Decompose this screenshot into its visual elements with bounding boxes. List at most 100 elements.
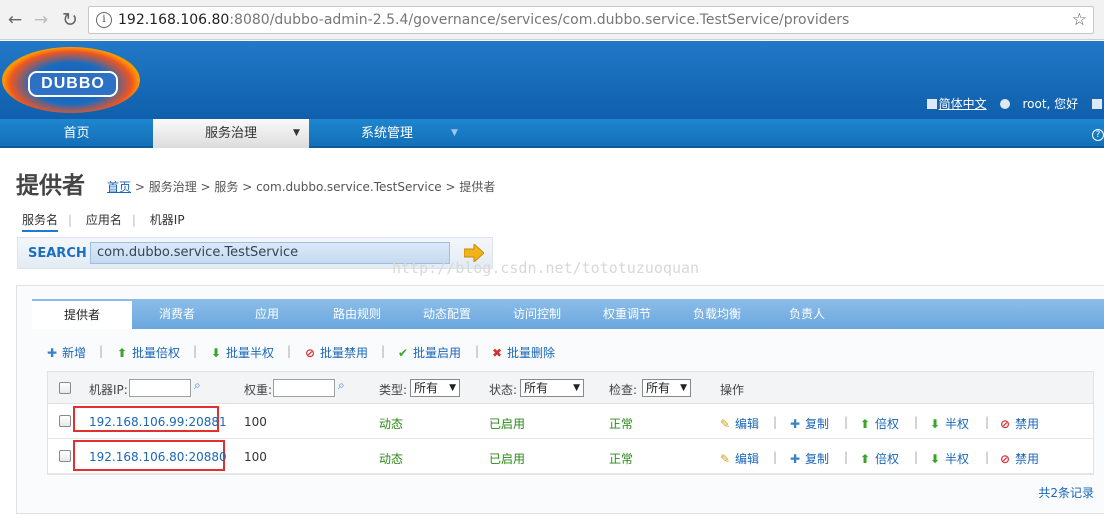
batch-double-button[interactable]: ⬆ 批量倍权 xyxy=(117,344,180,361)
divider: | xyxy=(773,450,778,464)
tab-providers[interactable]: 提供者 xyxy=(32,299,132,329)
logout-icon[interactable] xyxy=(1092,97,1104,111)
help-glyph: ? xyxy=(1092,129,1104,141)
help-icon[interactable]: ? xyxy=(1092,119,1104,148)
search-tab-service[interactable]: 服务名 xyxy=(22,213,59,232)
provider-ip-link[interactable]: 192.168.106.80:20880 xyxy=(89,450,227,464)
divider: | xyxy=(844,450,849,464)
tab-access[interactable]: 访问控制 xyxy=(492,299,582,329)
disable-button[interactable]: ⊘ 禁用 xyxy=(1000,415,1039,432)
batch-half-button[interactable]: ⬇ 批量半权 xyxy=(211,344,274,361)
nav-home[interactable]: 首页 xyxy=(0,119,153,148)
tab-applications[interactable]: 应用 xyxy=(222,299,312,329)
double-weight-button[interactable]: ⬆ 倍权 xyxy=(860,450,899,467)
batch-disable-button[interactable]: ⊘ 批量禁用 xyxy=(305,344,368,361)
breadcrumb-path: > 服务治理 > 服务 > com.dubbo.service.TestServ… xyxy=(131,180,496,194)
half-weight-button[interactable]: ⬇ 半权 xyxy=(930,450,969,467)
edit-label: 编辑 xyxy=(735,417,760,431)
divider: | xyxy=(844,415,849,429)
nav-system-management[interactable]: 系统管理 ▼ xyxy=(309,119,465,148)
plus-icon: ✚ xyxy=(790,417,801,431)
copy-label: 复制 xyxy=(805,452,830,466)
add-button[interactable]: ✚ 新增 xyxy=(47,344,86,361)
status-filter-select[interactable]: 所有 ▼ xyxy=(520,379,584,397)
divider: | xyxy=(914,415,919,429)
weight-filter-input[interactable] xyxy=(273,379,335,397)
tab-weights[interactable]: 权重调节 xyxy=(582,299,672,329)
batch-enable-label: 批量启用 xyxy=(413,346,462,360)
provider-ip-link[interactable]: 192.168.106.99:20881 xyxy=(89,415,227,429)
back-icon[interactable]: ← xyxy=(4,9,26,31)
record-count: 共2条记录 xyxy=(1038,486,1094,500)
edit-button[interactable]: ✎ 编辑 xyxy=(720,415,759,432)
arrow-up-icon: ⬆ xyxy=(860,417,871,431)
reload-icon[interactable]: ↻ xyxy=(59,9,81,31)
arrow-down-icon: ⬇ xyxy=(930,452,941,466)
bookmark-star-icon[interactable]: ☆ xyxy=(1072,10,1087,30)
language-link[interactable]: 简体中文 xyxy=(926,97,987,111)
row-checkbox[interactable] xyxy=(59,415,71,427)
main-nav: 首页 服务治理 ▼ 系统管理 ▼ ? xyxy=(0,119,1104,148)
dropdown-arrow-icon: ▼ xyxy=(573,383,580,393)
search-icon[interactable]: ⌕ xyxy=(194,378,201,393)
disable-label: 禁用 xyxy=(1015,452,1040,466)
type-cell: 动态 xyxy=(379,452,404,466)
copy-button[interactable]: ✚ 复制 xyxy=(790,415,829,432)
tab-overrides[interactable]: 动态配置 xyxy=(402,299,492,329)
language-label: 简体中文 xyxy=(938,97,987,111)
table-row: 192.168.106.99:20881 100 动态 已启用 正常 ✎ 编辑 |… xyxy=(48,404,1093,439)
url-text[interactable]: 192.168.106.80:8080/dubbo-admin-2.5.4/go… xyxy=(118,12,849,28)
breadcrumb-home-link[interactable]: 首页 xyxy=(107,180,131,194)
type-filter-select[interactable]: 所有 ▼ xyxy=(410,379,460,397)
disable-button[interactable]: ⊘ 禁用 xyxy=(1000,450,1039,467)
divider: | xyxy=(193,344,198,358)
operations-header: 操作 xyxy=(720,383,745,397)
forward-icon[interactable]: → xyxy=(30,9,52,31)
search-label: SEARCH xyxy=(28,246,87,261)
tab-routes[interactable]: 路由规则 xyxy=(312,299,402,329)
breadcrumb: 首页 > 服务治理 > 服务 > com.dubbo.service.TestS… xyxy=(107,178,495,195)
divider: | xyxy=(475,344,480,358)
forbid-icon: ⊘ xyxy=(1000,417,1011,431)
divider: | xyxy=(985,450,990,464)
forbid-icon: ⊘ xyxy=(1000,452,1011,466)
half-weight-button[interactable]: ⬇ 半权 xyxy=(930,415,969,432)
edit-label: 编辑 xyxy=(735,452,760,466)
page-title: 提供者 xyxy=(16,173,85,199)
check-filter-select[interactable]: 所有 ▼ xyxy=(642,379,691,397)
select-all-checkbox[interactable] xyxy=(59,382,71,394)
double-weight-button[interactable]: ⬆ 倍权 xyxy=(860,415,899,432)
user-label: root, 您好 xyxy=(1022,97,1079,111)
info-icon[interactable]: i xyxy=(96,12,112,28)
user-greeting[interactable]: root, 您好 xyxy=(1000,97,1078,111)
arrow-up-icon: ⬆ xyxy=(860,452,871,466)
type-filter-label: 类型: xyxy=(379,383,408,397)
tab-consumers[interactable]: 消费者 xyxy=(132,299,222,329)
double-weight-label: 倍权 xyxy=(875,452,900,466)
status-cell: 已启用 xyxy=(489,452,526,466)
check-cell: 正常 xyxy=(609,452,634,466)
nav-system-label: 系统管理 xyxy=(360,126,413,141)
tab-loadbalance[interactable]: 负载均衡 xyxy=(672,299,762,329)
search-tab-application[interactable]: 应用名 xyxy=(86,213,122,227)
address-bar[interactable]: i 192.168.106.80:8080/dubbo-admin-2.5.4/… xyxy=(88,6,1094,34)
dubbo-logo: DUBBO xyxy=(2,47,140,113)
check-icon: ✔ xyxy=(398,346,409,360)
provider-tabs: 提供者 消费者 应用 路由规则 动态配置 访问控制 权重调节 负载均衡 负责人 xyxy=(32,299,1104,329)
batch-delete-label: 批量删除 xyxy=(507,346,556,360)
weight-filter-label: 权重: xyxy=(244,383,273,397)
batch-enable-button[interactable]: ✔ 批量启用 xyxy=(398,344,461,361)
tab-owners[interactable]: 负责人 xyxy=(762,299,852,329)
header-links: 简体中文 root, 您好 xyxy=(917,95,1104,112)
search-icon[interactable]: ⌕ xyxy=(338,378,345,393)
edit-button[interactable]: ✎ 编辑 xyxy=(720,450,759,467)
nav-service-governance[interactable]: 服务治理 ▼ xyxy=(153,119,309,148)
row-checkbox[interactable] xyxy=(59,450,71,462)
batch-delete-button[interactable]: ✖ 批量删除 xyxy=(492,344,555,361)
search-tab-ip[interactable]: 机器IP xyxy=(150,213,185,227)
ip-filter-input[interactable] xyxy=(129,379,191,397)
arrow-down-icon: ⬇ xyxy=(211,346,222,360)
copy-button[interactable]: ✚ 复制 xyxy=(790,450,829,467)
x-icon: ✖ xyxy=(492,346,503,360)
nav-home-label: 首页 xyxy=(63,126,90,141)
